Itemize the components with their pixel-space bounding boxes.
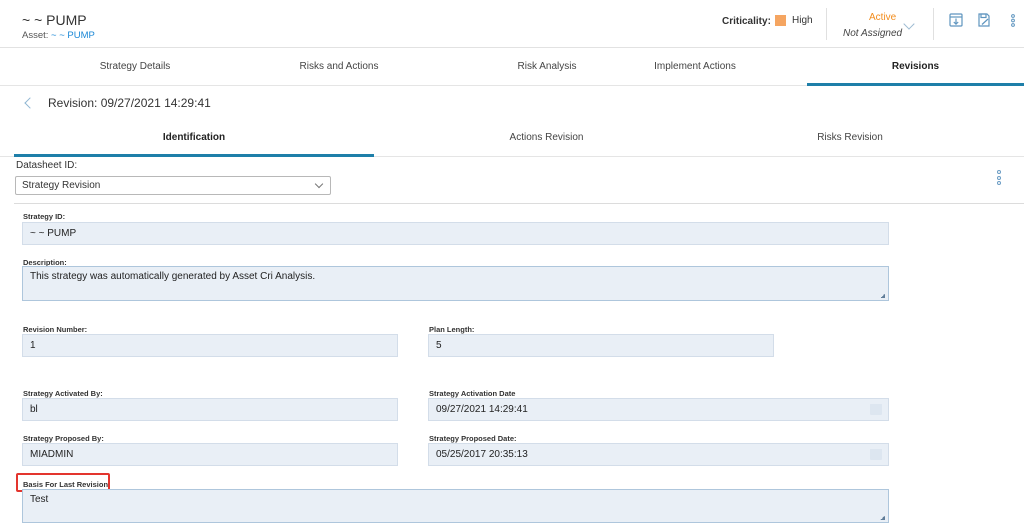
criticality-swatch xyxy=(775,15,786,26)
proposed-date-label: Strategy Proposed Date: xyxy=(429,434,517,443)
activated-by-field[interactable]: bl xyxy=(22,398,398,421)
basis-field[interactable]: Test xyxy=(22,489,889,523)
tab-risks-revision[interactable]: Risks Revision xyxy=(680,122,1020,157)
resize-grip-icon[interactable] xyxy=(880,293,885,298)
form-divider xyxy=(14,203,1024,204)
page-title: ~ ~ PUMP xyxy=(22,12,87,28)
tab-actions-revision[interactable]: Actions Revision xyxy=(374,122,719,157)
datasheet-select[interactable]: Strategy Revision xyxy=(15,176,331,195)
status-label: Active xyxy=(869,12,897,23)
datasheet-menu-icon[interactable] xyxy=(997,170,1001,186)
activation-date-label: Strategy Activation Date xyxy=(429,389,516,398)
back-arrow-icon[interactable] xyxy=(24,97,36,109)
tab-risks-and-actions[interactable]: Risks and Actions xyxy=(234,48,444,86)
datasheet-label: Datasheet ID: xyxy=(16,160,78,171)
asset-line: Asset: ~ ~ PUMP xyxy=(22,30,95,41)
proposed-date-field[interactable]: 05/25/2017 20:35:13 xyxy=(428,443,889,466)
assignment-label: Not Assigned xyxy=(843,28,903,39)
chevron-down-icon[interactable] xyxy=(903,18,915,30)
activation-date-field[interactable]: 09/27/2021 14:29:41 xyxy=(428,398,889,421)
tab-implement-actions[interactable]: Implement Actions xyxy=(590,48,800,86)
tab-strategy-details[interactable]: Strategy Details xyxy=(30,48,240,86)
tab-revisions[interactable]: Revisions xyxy=(807,48,1024,86)
revision-subtabs: Identification Actions Revision Risks Re… xyxy=(0,122,1024,157)
main-tabs: Strategy Details Risks and Actions Risk … xyxy=(0,48,1024,86)
criticality-value: High xyxy=(792,15,813,26)
proposed-by-field[interactable]: MIADMIN xyxy=(22,443,398,466)
activated-by-label: Strategy Activated By: xyxy=(23,389,103,398)
activation-date-value: 09/27/2021 14:29:41 xyxy=(436,404,528,415)
chevron-down-icon xyxy=(314,179,324,189)
proposed-date-value: 05/25/2017 20:35:13 xyxy=(436,449,528,460)
resize-grip-icon[interactable] xyxy=(880,515,885,520)
basis-text: Test xyxy=(30,494,49,505)
header-divider xyxy=(933,8,934,40)
description-field[interactable]: This strategy was automatically generate… xyxy=(22,266,889,301)
plan-length-label: Plan Length: xyxy=(429,325,475,334)
datasheet-selected: Strategy Revision xyxy=(22,180,101,191)
strategy-id-field[interactable]: ~ ~ PUMP xyxy=(22,222,889,245)
proposed-by-label: Strategy Proposed By: xyxy=(23,434,104,443)
calendar-icon[interactable] xyxy=(870,404,882,415)
asset-link[interactable]: ~ ~ PUMP xyxy=(51,30,95,41)
plan-length-field[interactable]: 5 xyxy=(428,334,774,357)
description-text: This strategy was automatically generate… xyxy=(30,271,316,282)
calendar-icon[interactable] xyxy=(870,449,882,460)
record-header: ~ ~ PUMP Asset: ~ ~ PUMP Criticality: Hi… xyxy=(0,0,1024,48)
revision-number-field[interactable]: 1 xyxy=(22,334,398,357)
header-divider xyxy=(826,8,827,40)
save-icon[interactable] xyxy=(977,12,991,28)
strategy-id-label: Strategy ID: xyxy=(23,212,66,221)
kebab-menu-icon[interactable] xyxy=(1006,12,1015,28)
asset-label: Asset: xyxy=(22,30,49,41)
download-icon[interactable] xyxy=(949,12,963,28)
revision-title: Revision: 09/27/2021 14:29:41 xyxy=(48,96,211,110)
criticality-label: Criticality: xyxy=(722,16,771,27)
revision-number-label: Revision Number: xyxy=(23,325,88,334)
tab-identification[interactable]: Identification xyxy=(14,122,374,157)
